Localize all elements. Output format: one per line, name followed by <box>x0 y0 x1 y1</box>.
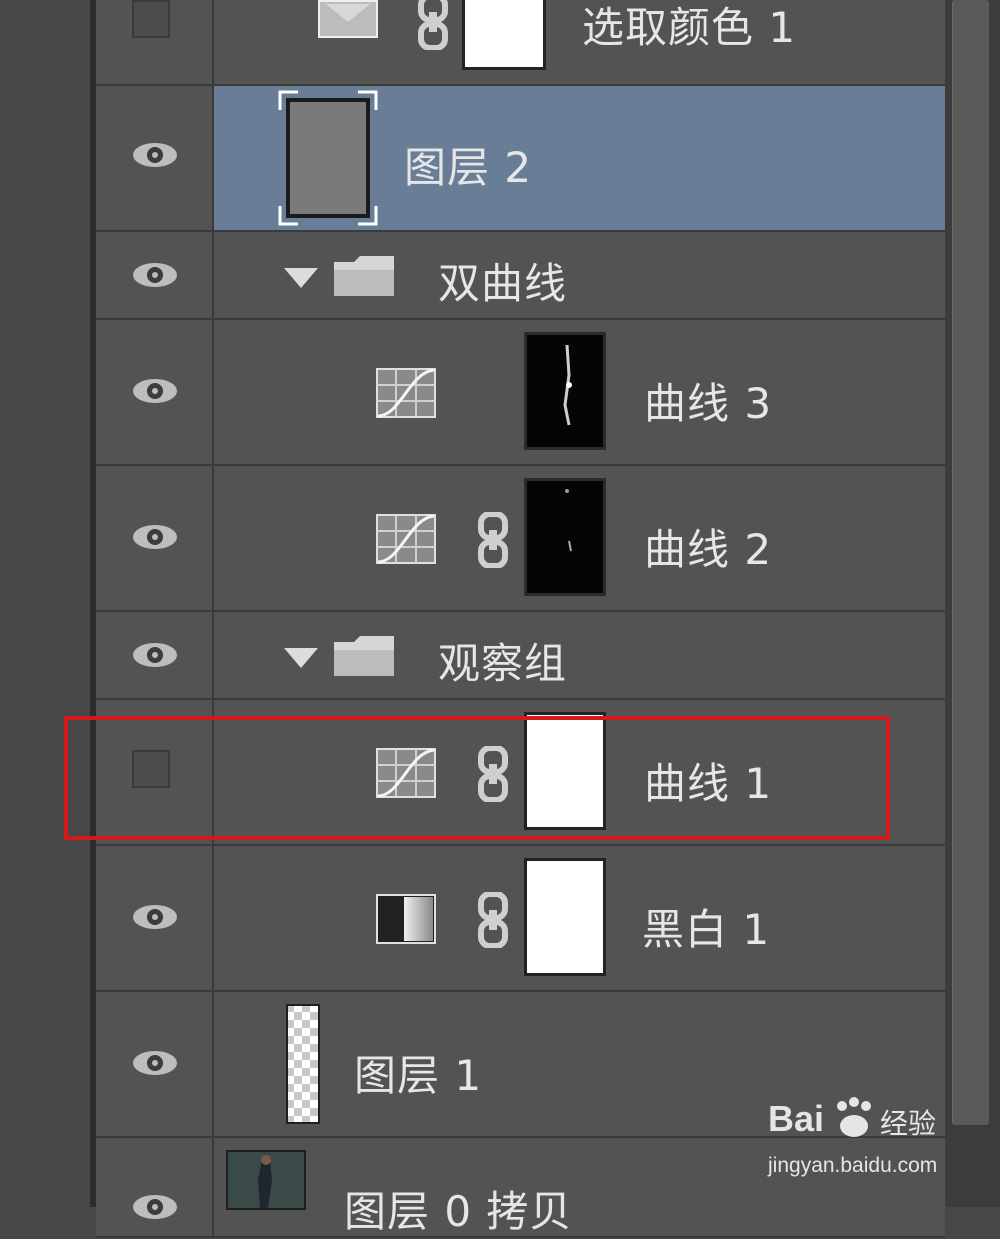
layer-row-curves-2[interactable]: 曲线 2 <box>96 466 945 612</box>
eye-icon[interactable] <box>131 376 179 406</box>
visibility-cell[interactable] <box>96 86 214 232</box>
layer-thumbnail[interactable] <box>278 90 378 226</box>
group-name[interactable]: 双曲线 <box>438 250 567 311</box>
watermark-brand-suffix: 经验 <box>880 1107 937 1140</box>
baidu-jingyan-watermark: Bai 经验 jingyan.baidu.com <box>768 1097 948 1188</box>
layer-name[interactable]: 曲线 2 <box>644 516 772 577</box>
eye-icon[interactable] <box>131 260 179 290</box>
visibility-cell[interactable] <box>96 232 214 320</box>
visibility-toggle-off[interactable] <box>132 0 170 38</box>
mask-content <box>563 344 572 426</box>
layer-mask-thumbnail[interactable] <box>524 858 606 976</box>
visibility-cell[interactable] <box>96 1138 214 1238</box>
chain-link-icon[interactable] <box>416 0 450 50</box>
transparent-layer-thumbnail[interactable] <box>286 1004 320 1124</box>
layer-mask-thumbnail[interactable] <box>524 478 606 596</box>
folder-icon <box>334 636 394 676</box>
watermark-url: jingyan.baidu.com <box>768 1154 938 1177</box>
visibility-cell[interactable] <box>96 466 214 612</box>
eye-icon[interactable] <box>131 140 179 170</box>
eye-icon[interactable] <box>131 640 179 670</box>
eye-icon[interactable] <box>131 1192 179 1222</box>
scrollbar-thumb[interactable] <box>952 0 989 1125</box>
layer-row-curves-3[interactable]: 曲线 3 <box>96 320 945 466</box>
visibility-cell[interactable] <box>96 846 214 992</box>
layer-row-black-white-1[interactable]: 黑白 1 <box>96 846 945 992</box>
layer-name[interactable]: 曲线 3 <box>644 370 772 431</box>
red-highlight-box <box>64 716 890 840</box>
paw-logo-icon <box>837 1097 871 1137</box>
layer-row-layer-2[interactable]: 图层 2 <box>96 86 945 232</box>
layer-name[interactable]: 图层 0 拷贝 <box>344 1178 572 1239</box>
layer-name[interactable]: 图层 1 <box>354 1042 482 1103</box>
layer-mask-thumbnail[interactable] <box>524 332 606 450</box>
expand-triangle-icon[interactable] <box>284 268 318 288</box>
curves-icon[interactable] <box>376 514 436 564</box>
visibility-cell[interactable] <box>96 320 214 466</box>
folder-icon <box>334 256 394 296</box>
visibility-cell[interactable] <box>96 0 214 86</box>
layer-name[interactable]: 选取颜色 1 <box>582 0 796 55</box>
selective-color-icon <box>318 0 378 38</box>
visibility-cell[interactable] <box>96 612 214 700</box>
watermark-brand: Bai <box>768 1098 825 1139</box>
expand-triangle-icon[interactable] <box>284 648 318 668</box>
eye-icon[interactable] <box>131 522 179 552</box>
photo-thumbnail[interactable] <box>226 1150 306 1210</box>
layer-mask-thumbnail[interactable] <box>462 0 546 70</box>
group-name[interactable]: 观察组 <box>438 630 567 691</box>
visibility-cell[interactable] <box>96 992 214 1138</box>
layer-row-group-observation[interactable]: 观察组 <box>96 612 945 700</box>
layer-name[interactable]: 图层 2 <box>404 134 532 195</box>
eye-icon[interactable] <box>131 1048 179 1078</box>
layer-row-group-double-curves[interactable]: 双曲线 <box>96 232 945 320</box>
eye-icon[interactable] <box>131 902 179 932</box>
layer-name[interactable]: 黑白 1 <box>642 896 770 957</box>
layer-row-selective-color-1[interactable]: 选取颜色 1 <box>96 0 945 86</box>
chain-link-icon[interactable] <box>476 892 510 948</box>
mask-content <box>565 489 572 552</box>
chain-link-icon[interactable] <box>476 512 510 568</box>
black-white-icon[interactable] <box>376 894 436 944</box>
curves-icon[interactable] <box>376 368 436 418</box>
left-gutter <box>0 0 90 1207</box>
